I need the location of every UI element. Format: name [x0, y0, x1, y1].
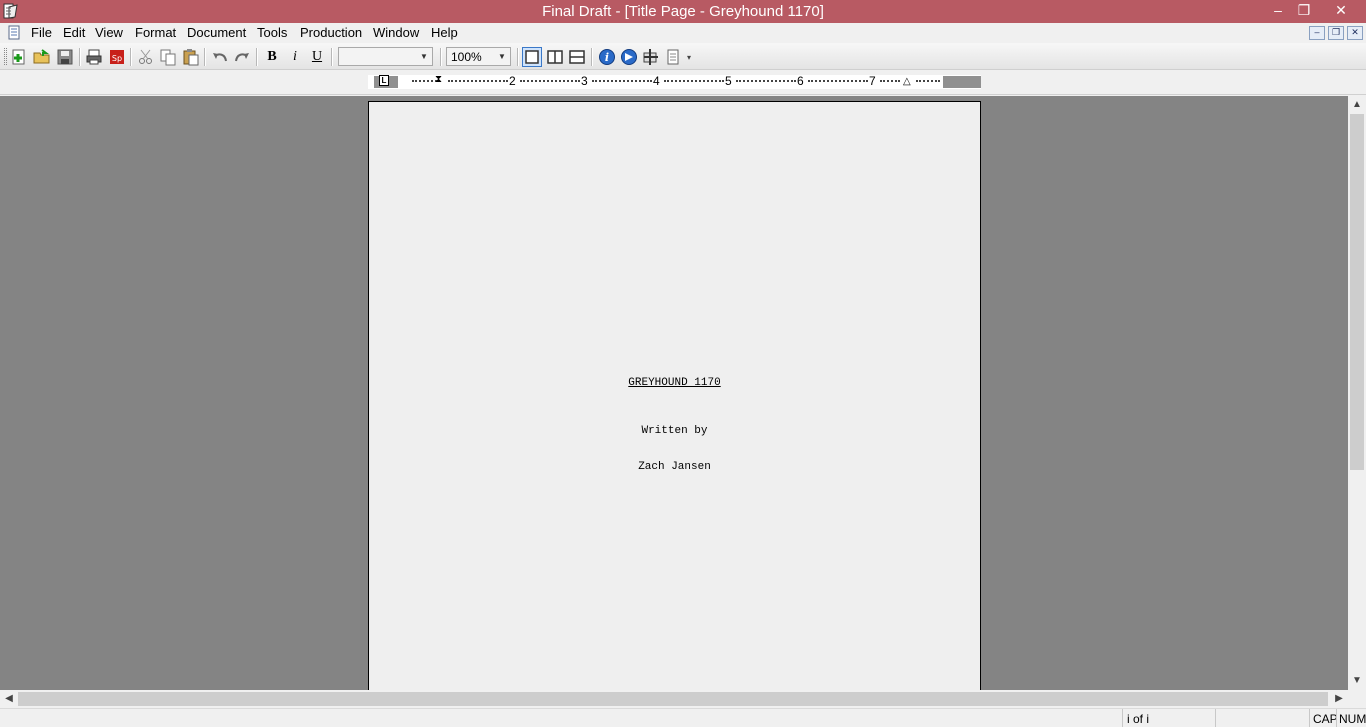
status-empty-cell — [1215, 709, 1309, 727]
ruler-ticks — [664, 80, 724, 83]
ruler-ticks — [520, 80, 580, 83]
document-workspace[interactable]: GREYHOUND 1170 Written by Zach Jansen — [0, 96, 1348, 690]
index-card-icon[interactable] — [663, 47, 683, 67]
chevron-down-icon[interactable]: ▼ — [417, 49, 431, 64]
save-icon[interactable] — [55, 47, 75, 67]
document-minimize-button[interactable]: – — [1309, 26, 1325, 40]
svg-text:i: i — [605, 51, 609, 64]
toolbar-separator — [256, 48, 258, 66]
toolbar-separator — [517, 48, 519, 66]
title-page[interactable]: GREYHOUND 1170 Written by Zach Jansen — [368, 101, 981, 690]
menu-tools[interactable]: Tools — [257, 25, 287, 40]
chevron-down-icon[interactable]: ▼ — [495, 49, 509, 64]
document-icon[interactable] — [8, 25, 21, 40]
written-by-label[interactable]: Written by — [369, 425, 980, 437]
restore-button[interactable]: ❐ — [1290, 0, 1318, 23]
italic-button[interactable]: i — [285, 47, 305, 67]
horizontal-scroll-thumb[interactable] — [18, 692, 1328, 706]
scrollbar-corner — [1348, 690, 1366, 708]
vertical-scroll-thumb[interactable] — [1350, 114, 1364, 470]
ruler-number: 3 — [581, 74, 588, 88]
ruler-margin-end — [943, 76, 981, 88]
horizontal-scrollbar[interactable]: ◀ ▶ — [0, 690, 1348, 708]
zoom-dropdown[interactable]: 100% ▼ — [446, 47, 511, 66]
menu-edit[interactable]: Edit — [63, 25, 85, 40]
menu-bar: File Edit View Format Document Tools Pro… — [0, 23, 1366, 43]
script-title[interactable]: GREYHOUND 1170 — [369, 377, 980, 389]
toolbar-separator — [440, 48, 442, 66]
new-document-icon[interactable] — [9, 47, 29, 67]
menu-help[interactable]: Help — [431, 25, 458, 40]
toolbar-separator — [79, 48, 81, 66]
window-title: Final Draft - [Title Page - Greyhound 11… — [542, 3, 824, 20]
navigator-icon[interactable] — [619, 47, 639, 67]
ruler-ticks — [736, 80, 796, 83]
bold-button[interactable]: B — [262, 47, 282, 67]
page-count-status: i of i — [1122, 709, 1215, 727]
underline-button[interactable]: U — [307, 47, 327, 67]
tab-marker-label: L — [379, 75, 389, 86]
undo-icon[interactable] — [210, 47, 230, 67]
ruler-number: 6 — [797, 74, 804, 88]
paste-icon[interactable] — [181, 47, 201, 67]
toolbar-grip[interactable] — [4, 48, 7, 65]
title-bar: Final Draft - [Title Page - Greyhound 11… — [0, 0, 1366, 23]
toolbar-separator — [204, 48, 206, 66]
ruler-number: 5 — [725, 74, 732, 88]
menu-file[interactable]: File — [31, 25, 52, 40]
copy-icon[interactable] — [158, 47, 178, 67]
left-indent-marker[interactable]: ⧗ — [435, 75, 442, 85]
toolbar-separator — [130, 48, 132, 66]
scroll-left-icon[interactable]: ◀ — [1, 691, 17, 707]
ruler-number: 4 — [653, 74, 660, 88]
toolbar-overflow-chevron-icon[interactable]: ▾ — [683, 47, 695, 67]
scroll-right-icon[interactable]: ▶ — [1331, 691, 1347, 707]
scroll-down-icon[interactable]: ▼ — [1349, 673, 1365, 689]
menu-format[interactable]: Format — [135, 25, 176, 40]
status-bar: i of i CAP NUM — [0, 708, 1366, 727]
menu-window[interactable]: Window — [373, 25, 419, 40]
toolbar-separator — [331, 48, 333, 66]
open-folder-icon[interactable] — [32, 47, 52, 67]
document-close-button[interactable]: ✕ — [1347, 26, 1363, 40]
menu-document[interactable]: Document — [187, 25, 246, 40]
tab-type-marker[interactable]: L — [374, 75, 398, 88]
svg-text:Sp: Sp — [112, 54, 122, 63]
author-name[interactable]: Zach Jansen — [369, 461, 980, 473]
menu-view[interactable]: View — [95, 25, 123, 40]
caps-lock-status: CAP — [1309, 709, 1338, 727]
page-view-icon[interactable] — [522, 47, 542, 67]
split-vertical-icon[interactable] — [545, 47, 565, 67]
close-button[interactable]: ✕ — [1327, 0, 1355, 23]
ruler-number: 2 — [509, 74, 516, 88]
split-horizontal-icon[interactable] — [567, 47, 587, 67]
num-lock-status: NUM — [1336, 709, 1366, 727]
ruler-area: L ⧗ 2 3 4 5 6 7 △ — [0, 71, 1366, 95]
cut-icon[interactable] — [136, 47, 156, 67]
redo-icon[interactable] — [232, 47, 252, 67]
scene-view-icon[interactable] — [641, 47, 661, 67]
right-indent-marker[interactable]: △ — [903, 77, 911, 87]
document-restore-button[interactable]: ❐ — [1328, 26, 1344, 40]
info-icon[interactable]: i — [597, 47, 617, 67]
ruler-ticks — [916, 80, 940, 83]
ruler-ticks — [808, 80, 868, 83]
vertical-scrollbar[interactable]: ▲ ▼ — [1348, 96, 1366, 690]
toolbar: Sp B i U ▼ 100% ▼ i ▾ — [0, 43, 1366, 70]
ruler[interactable]: L ⧗ 2 3 4 5 6 7 △ — [368, 74, 981, 89]
spell-check-icon[interactable]: Sp — [107, 47, 127, 67]
ruler-ticks — [880, 80, 900, 83]
print-icon[interactable] — [84, 47, 104, 67]
ruler-ticks — [592, 80, 652, 83]
menu-production[interactable]: Production — [300, 25, 362, 40]
zoom-value: 100% — [451, 50, 482, 64]
minimize-button[interactable]: – — [1264, 0, 1292, 23]
font-dropdown[interactable]: ▼ — [338, 47, 433, 66]
ruler-number: 7 — [869, 74, 876, 88]
toolbar-separator — [591, 48, 593, 66]
scroll-up-icon[interactable]: ▲ — [1349, 97, 1365, 113]
ruler-ticks — [448, 80, 508, 83]
